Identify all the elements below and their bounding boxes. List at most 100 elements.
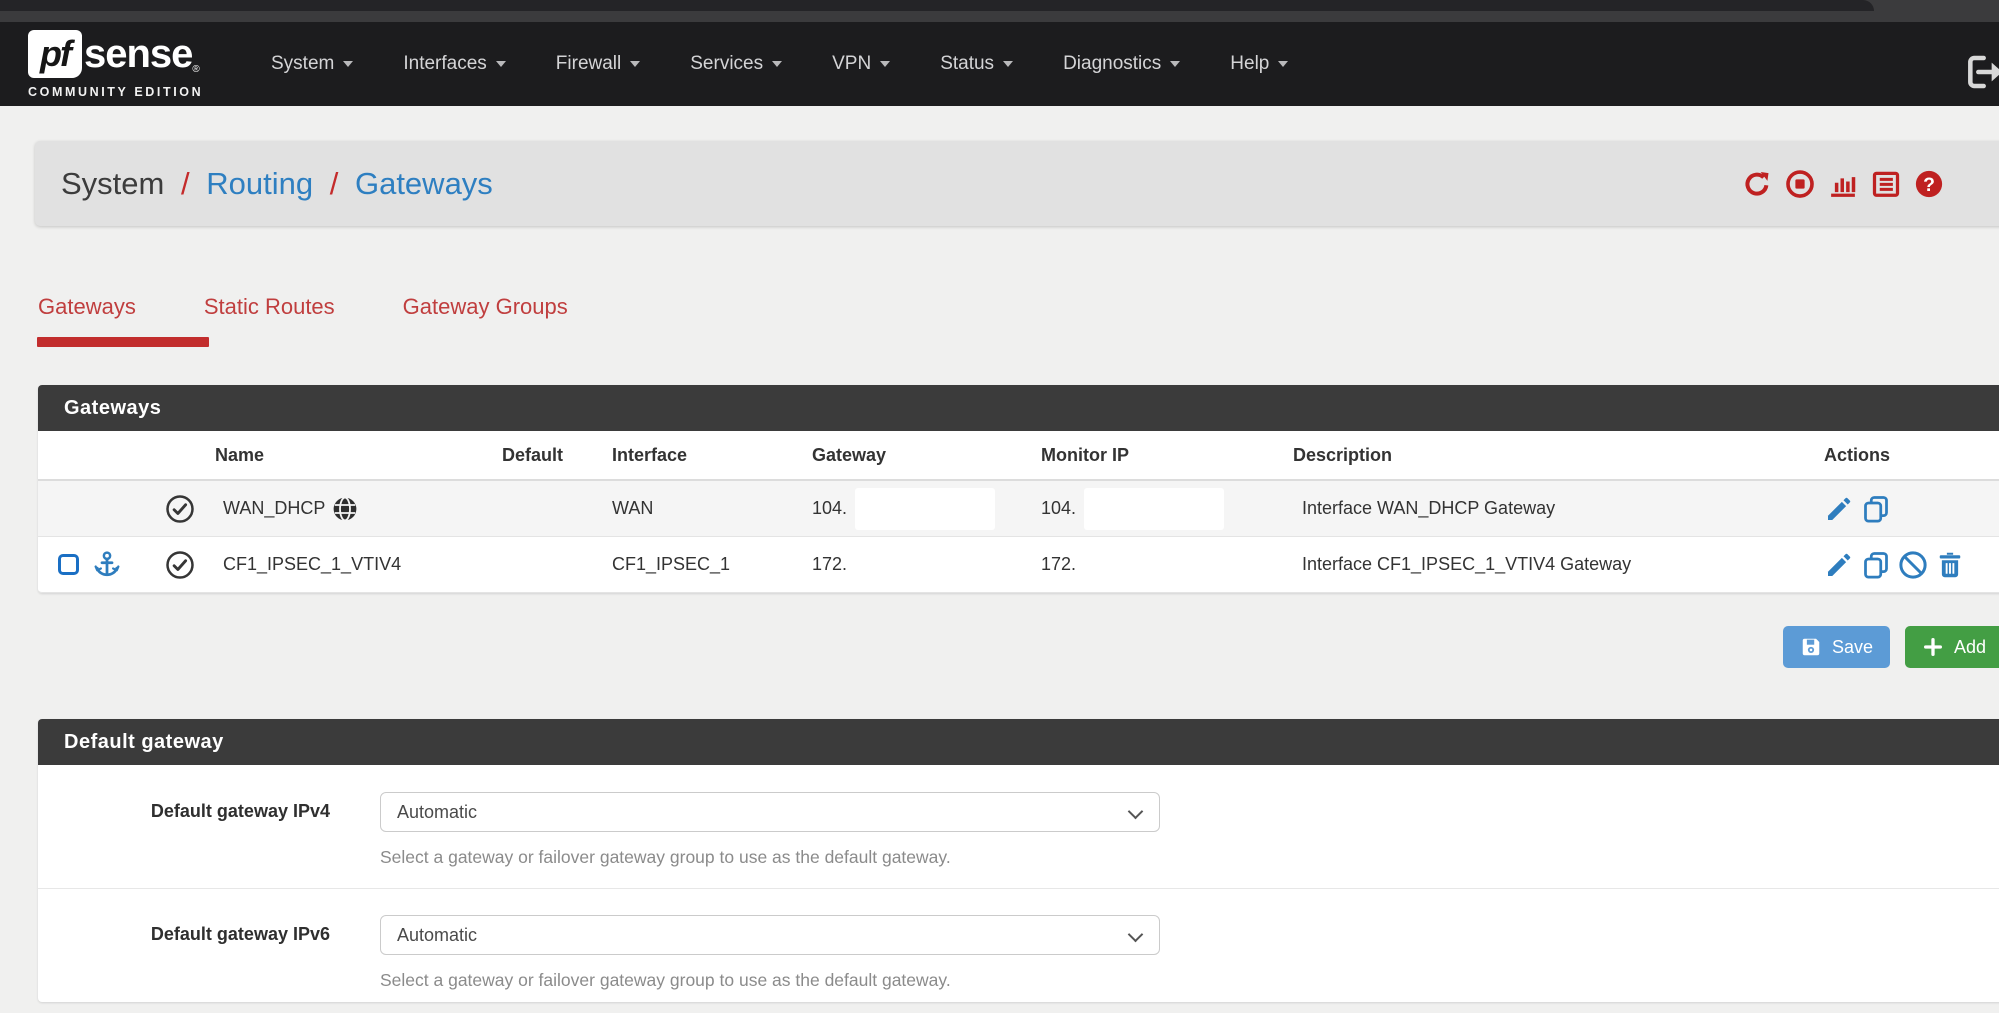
menu-vpn[interactable]: VPN [807, 22, 915, 106]
save-floppy-icon [1800, 636, 1822, 658]
anchor-icon [92, 550, 122, 580]
default-gateway-ipv4-label: Default gateway IPv4 [38, 792, 330, 868]
chevron-down-icon [1003, 61, 1013, 67]
menu-services[interactable]: Services [665, 22, 807, 106]
chevron-down-icon [496, 61, 506, 67]
edit-icon[interactable] [1824, 494, 1854, 524]
active-tab-underline [37, 337, 209, 347]
chevron-down-icon [630, 61, 640, 67]
gateways-panel-title: Gateways [38, 385, 1999, 431]
stop-record-icon[interactable] [1785, 169, 1815, 199]
gateway-address: 104. [812, 498, 847, 519]
col-description: Description [1293, 445, 1820, 466]
col-interface: Interface [612, 445, 812, 466]
copy-icon[interactable] [1861, 550, 1891, 580]
col-actions: Actions [1820, 445, 1999, 466]
menu-system-label: System [271, 53, 334, 75]
form-row-ipv4: Default gateway IPv4 Automatic Select a … [38, 765, 1999, 889]
refresh-icon[interactable] [1742, 169, 1772, 199]
menu-help[interactable]: Help [1205, 22, 1313, 106]
breadcrumb-gateways-link[interactable]: Gateways [355, 166, 493, 201]
redacted-value [855, 488, 995, 530]
gateways-table: Name Default Interface Gateway Monitor I… [38, 431, 1999, 593]
col-gateway: Gateway [812, 445, 1041, 466]
col-name: Name [213, 445, 502, 466]
disable-icon[interactable] [1898, 550, 1928, 580]
menu-interfaces[interactable]: Interfaces [378, 22, 530, 106]
main-menu: System Interfaces Firewall Services VPN … [246, 22, 1313, 106]
menu-interfaces-label: Interfaces [403, 53, 486, 75]
menu-firewall[interactable]: Firewall [531, 22, 665, 106]
col-default-label: Default [502, 445, 563, 466]
menu-diagnostics-label: Diagnostics [1063, 53, 1161, 75]
menu-help-label: Help [1230, 53, 1269, 75]
form-row-ipv6: Default gateway IPv6 Automatic Select a … [38, 889, 1999, 991]
menu-status[interactable]: Status [915, 22, 1038, 106]
breadcrumb-routing-link[interactable]: Routing [206, 166, 313, 201]
svg-text:?: ? [1923, 173, 1935, 195]
col-monitor-ip: Monitor IP [1041, 445, 1293, 466]
help-icon[interactable]: ? [1914, 169, 1944, 199]
gateways-panel: Gateways Name Default Interface Gateway … [38, 385, 1999, 593]
globe-icon [332, 496, 358, 522]
add-button-label: Add [1954, 637, 1986, 658]
gateway-online-icon [165, 494, 195, 524]
menu-vpn-label: VPN [832, 53, 871, 75]
gateway-address: 172. [812, 554, 847, 575]
pfsense-logo-tagline: COMMUNITY EDITION [28, 85, 218, 99]
tab-gateway-groups[interactable]: Gateway Groups [403, 288, 568, 326]
save-button-label: Save [1832, 637, 1873, 658]
menu-system[interactable]: System [246, 22, 378, 106]
copy-icon[interactable] [1861, 494, 1891, 524]
table-buttons: Save Add [1783, 626, 1999, 668]
pfsense-logo-sense: sense [84, 32, 192, 77]
chevron-down-icon [1170, 61, 1180, 67]
chevron-down-icon [1128, 804, 1144, 820]
gateway-name: WAN_DHCP [223, 498, 325, 519]
delete-icon[interactable] [1935, 550, 1965, 580]
col-default: Default [502, 445, 612, 466]
gateway-interface: WAN [612, 498, 812, 519]
ipv6-help-text: Select a gateway or failover gateway gro… [380, 970, 1160, 991]
tab-static-routes[interactable]: Static Routes [204, 288, 335, 326]
gateway-description: Interface CF1_IPSEC_1_VTIV4 Gateway [1293, 554, 1820, 575]
add-button[interactable]: Add [1905, 626, 1999, 668]
chevron-down-icon [1128, 927, 1144, 943]
top-navbar: pf sense ® COMMUNITY EDITION System Inte… [0, 22, 1999, 106]
table-row-wan-dhcp: WAN_DHCP WAN 104. 104. Interface WAN_DHC… [38, 481, 1999, 537]
monitor-ip: 172. [1041, 554, 1076, 575]
registered-mark: ® [192, 64, 199, 75]
routing-tabs: Gateways Static Routes Gateway Groups [38, 288, 636, 326]
row-checkbox[interactable] [58, 554, 79, 575]
default-gateway-ipv6-select[interactable]: Automatic [380, 915, 1160, 955]
ipv4-help-text: Select a gateway or failover gateway gro… [380, 847, 1160, 868]
default-gateway-panel: Default gateway Default gateway IPv4 Aut… [38, 719, 1999, 1002]
plus-icon [1922, 636, 1944, 658]
sign-out-icon[interactable] [1962, 52, 1999, 92]
redacted-value [1084, 488, 1224, 530]
gateway-online-icon [165, 550, 195, 580]
default-gateway-panel-title: Default gateway [38, 719, 1999, 765]
breadcrumb: System / Routing / Gateways [61, 166, 493, 202]
breadcrumb-system: System [61, 166, 164, 201]
pfsense-logo-pf: pf [28, 30, 82, 78]
chevron-down-icon [880, 61, 890, 67]
tab-gateways[interactable]: Gateways [38, 288, 136, 326]
menu-diagnostics[interactable]: Diagnostics [1038, 22, 1205, 106]
chevron-down-icon [772, 61, 782, 67]
default-gateway-ipv6-label: Default gateway IPv6 [38, 915, 330, 991]
selected-option: Automatic [397, 925, 477, 946]
bar-chart-icon[interactable] [1828, 169, 1858, 199]
browser-tab-edge [0, 0, 1874, 11]
gateway-name: CF1_IPSEC_1_VTIV4 [223, 554, 401, 575]
save-button[interactable]: Save [1783, 626, 1890, 668]
header-action-icons: ? [1742, 141, 1944, 226]
log-list-icon[interactable] [1871, 169, 1901, 199]
gateways-table-header: Name Default Interface Gateway Monitor I… [38, 431, 1999, 481]
menu-services-label: Services [690, 53, 763, 75]
monitor-ip: 104. [1041, 498, 1076, 519]
edit-icon[interactable] [1824, 550, 1854, 580]
selected-option: Automatic [397, 802, 477, 823]
default-gateway-ipv4-select[interactable]: Automatic [380, 792, 1160, 832]
breadcrumb-separator: / [181, 166, 190, 201]
